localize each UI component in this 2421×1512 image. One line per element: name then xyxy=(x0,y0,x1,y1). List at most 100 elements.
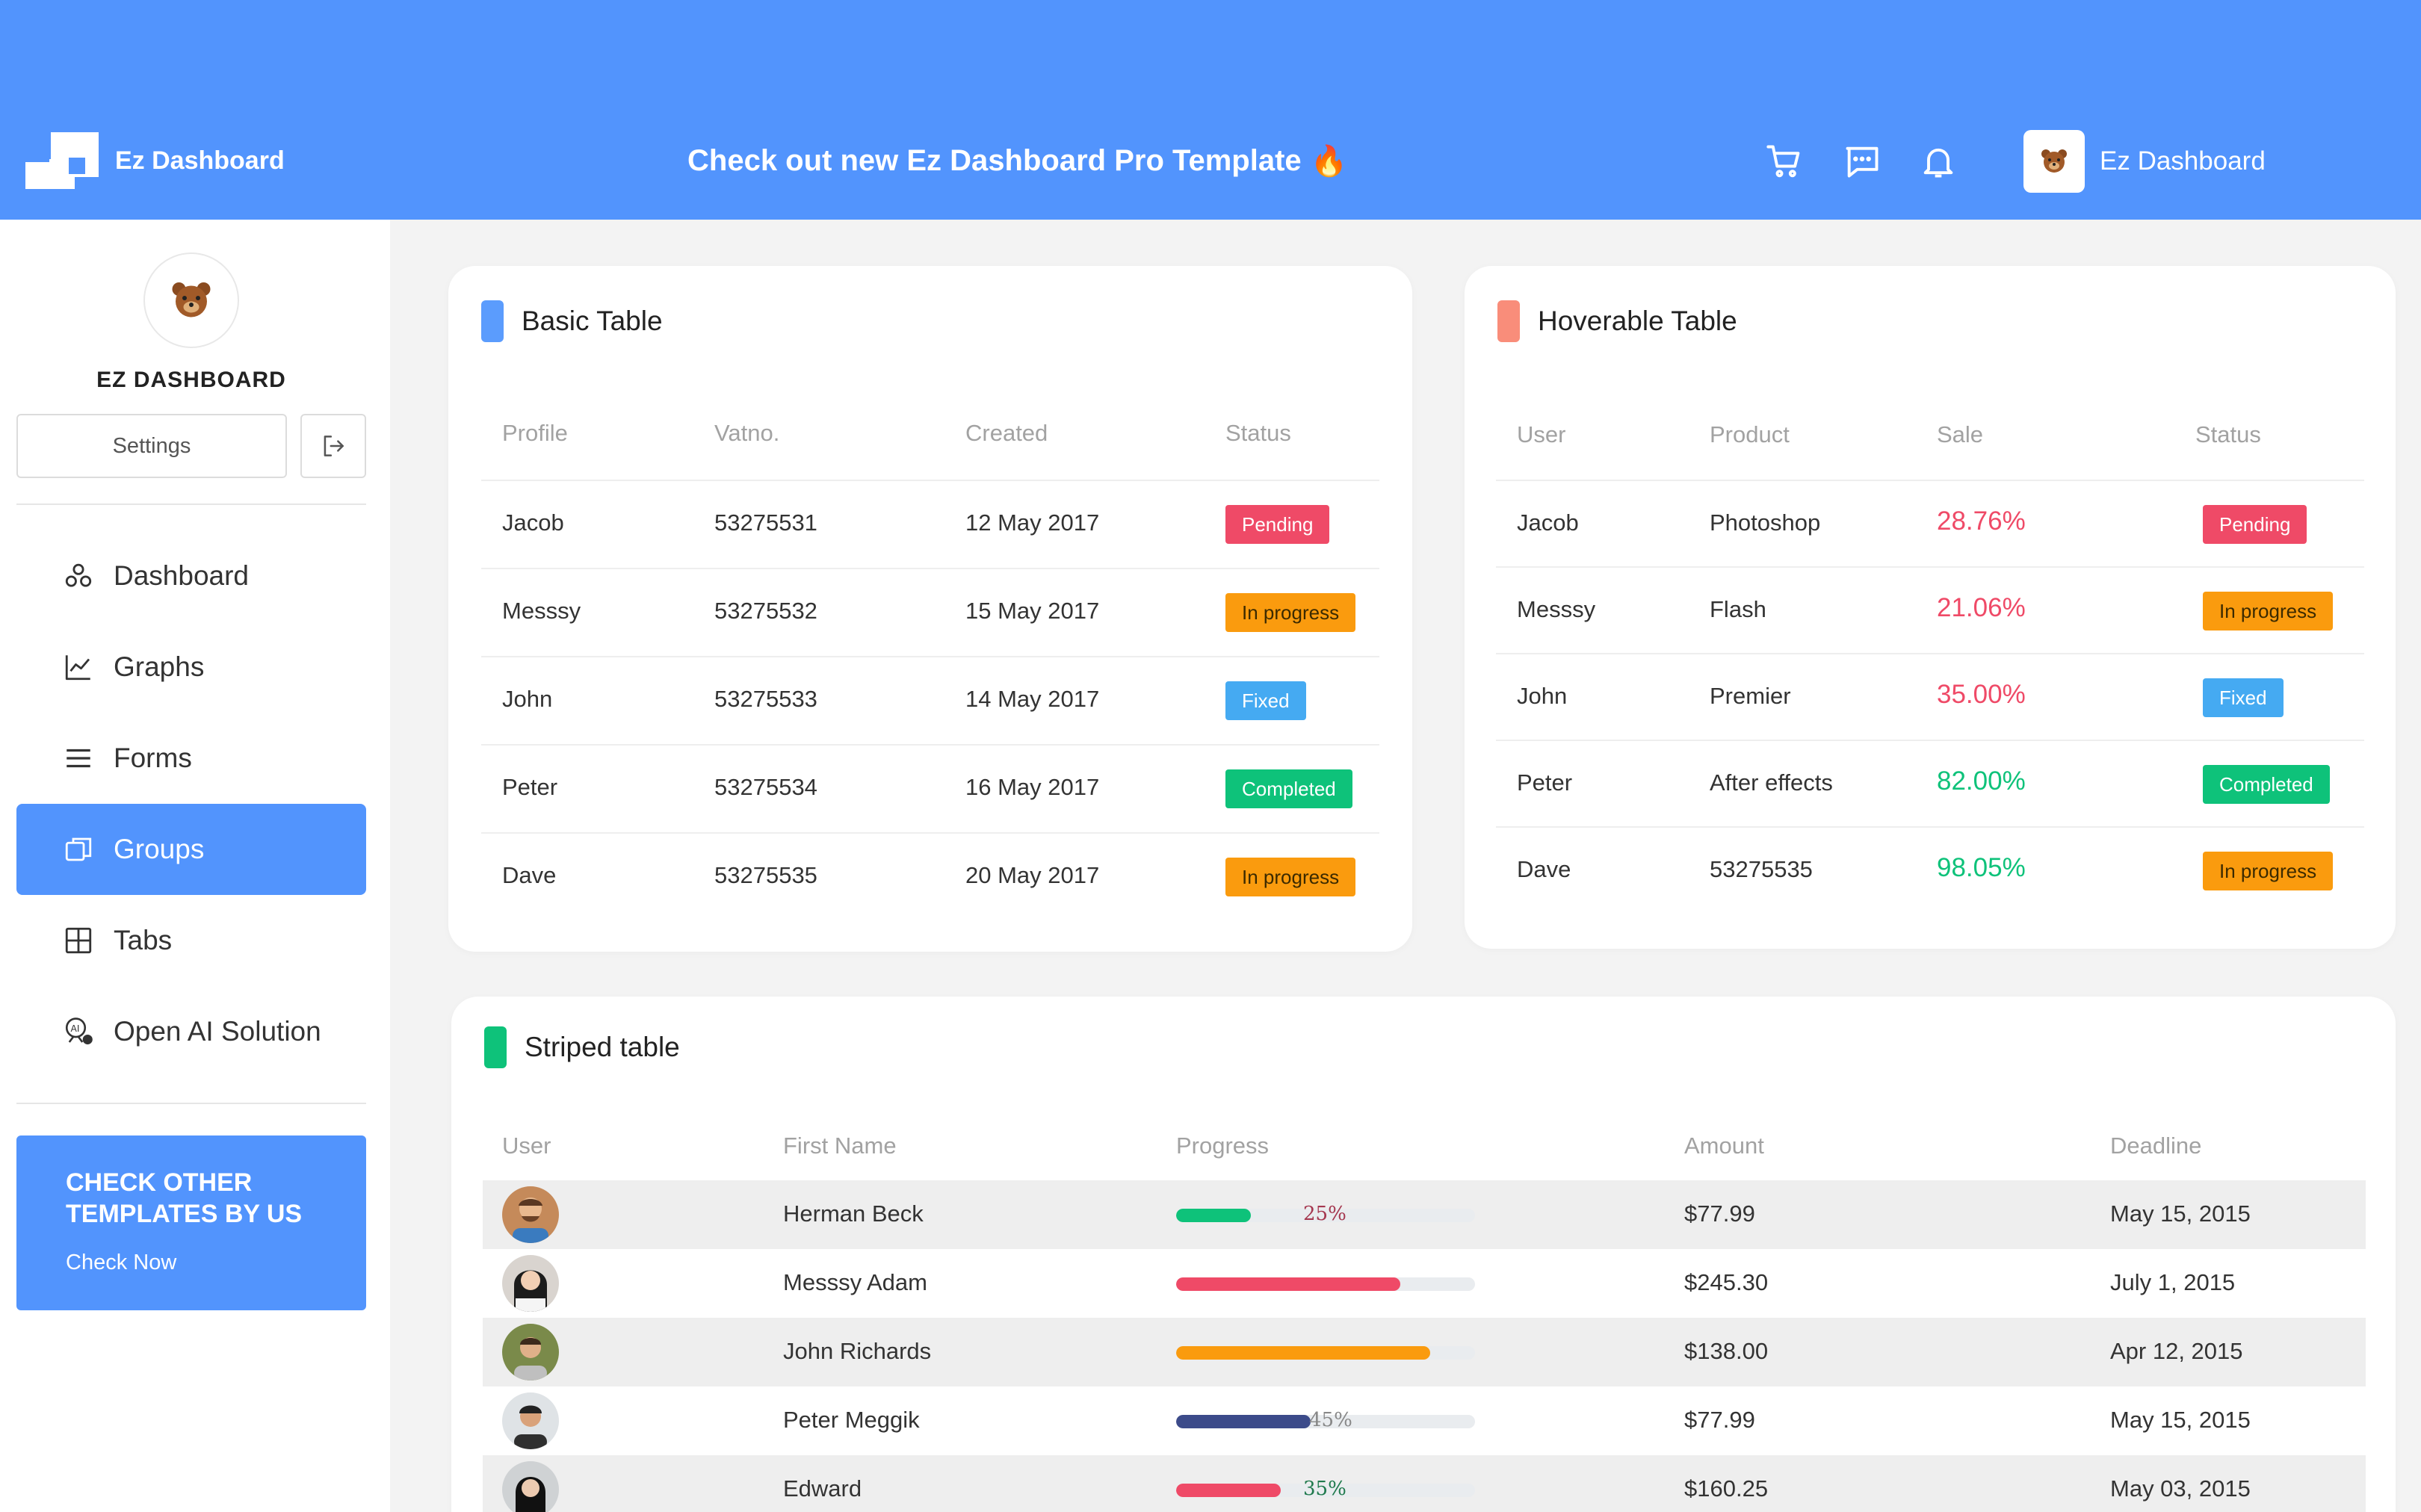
sidebar-item-label: Graphs xyxy=(114,651,205,682)
deadline-cell: May 15, 2015 xyxy=(2110,1200,2251,1227)
table-row: Dave 53275535 20 May 2017 In progress xyxy=(481,832,1379,920)
sidebar-item-open-ai[interactable]: AI Open AI Solution xyxy=(16,986,366,1077)
deadline-cell: May 15, 2015 xyxy=(2110,1407,2251,1433)
promo-text[interactable]: Check out new Ez Dashboard Pro Template xyxy=(687,144,1302,178)
column-header: First Name xyxy=(783,1133,897,1159)
avatar xyxy=(502,1392,559,1449)
created-cell: 12 May 2017 xyxy=(965,509,1100,536)
chat-icon[interactable] xyxy=(1843,142,1882,181)
cart-icon[interactable] xyxy=(1765,142,1804,181)
column-header: Created xyxy=(965,420,1048,446)
templates-promo-card: CHECK OTHER TEMPLATES BY US Check Now xyxy=(16,1135,366,1310)
logout-icon xyxy=(324,436,344,456)
column-header: Sale xyxy=(1937,421,1984,447)
created-cell: 20 May 2017 xyxy=(965,862,1100,888)
sidebar-item-graphs[interactable]: Graphs xyxy=(16,622,366,713)
column-header: Status xyxy=(2195,421,2261,447)
promo-banner[interactable]: Check out new Ez Dashboard Pro Template … xyxy=(687,143,1347,179)
first-name-cell: Peter Meggik xyxy=(783,1407,920,1433)
first-name-cell: Herman Beck xyxy=(783,1200,924,1227)
sale-cell: 82.00% xyxy=(1937,766,2026,796)
progress-fill xyxy=(1176,1277,1400,1291)
status-badge: Completed xyxy=(2203,765,2330,804)
product-cell: Premier xyxy=(1710,683,1791,709)
deadline-cell: May 03, 2015 xyxy=(2110,1475,2251,1502)
status-badge: In progress xyxy=(2203,852,2334,890)
profile-cell: Dave xyxy=(502,862,557,888)
check-now-link[interactable]: Check Now xyxy=(66,1251,366,1275)
product-cell: Flash xyxy=(1710,596,1766,622)
column-header: Amount xyxy=(1684,1133,1764,1159)
tabs-icon xyxy=(65,927,92,954)
graph-icon xyxy=(65,655,90,681)
card-accent xyxy=(1497,300,1520,342)
card-header: Hoverable Table xyxy=(1497,300,1737,342)
settings-button[interactable]: Settings xyxy=(16,414,287,478)
column-header: Profile xyxy=(502,420,568,446)
vatno-cell: 53275531 xyxy=(714,509,817,536)
sidebar-item-dashboard[interactable]: Dashboard xyxy=(16,530,366,622)
table-row: Messsy 53275532 15 May 2017 In progress xyxy=(481,568,1379,656)
table-row: John Richards $138.00 Apr 12, 2015 xyxy=(483,1318,2366,1386)
progress-label: 35% xyxy=(1303,1478,1346,1500)
user-avatar[interactable] xyxy=(2023,130,2085,193)
amount-cell: $160.25 xyxy=(1684,1475,1769,1502)
profile-avatar xyxy=(143,252,239,348)
status-badge: Pending xyxy=(1225,505,1330,544)
table-row[interactable]: Dave 53275535 98.05% In progress xyxy=(1496,826,2364,914)
amount-cell: $245.30 xyxy=(1684,1269,1769,1295)
list-icon xyxy=(67,749,90,768)
status-badge: In progress xyxy=(1225,858,1356,896)
progress-fill xyxy=(1176,1346,1430,1360)
card-header: Basic Table xyxy=(481,300,663,342)
avatar xyxy=(502,1324,559,1381)
profile-cell: John xyxy=(502,686,553,712)
vatno-cell: 53275534 xyxy=(714,774,817,800)
groups-icon xyxy=(65,837,92,861)
table-row[interactable]: John Premier 35.00% Fixed xyxy=(1496,653,2364,741)
table-row: Peter 53275534 16 May 2017 Completed xyxy=(481,744,1379,832)
card-header: Striped table xyxy=(484,1026,680,1068)
column-header: Status xyxy=(1225,420,1291,446)
card-title: Basic Table xyxy=(522,306,663,336)
card-title: Striped table xyxy=(525,1032,680,1062)
amount-cell: $138.00 xyxy=(1684,1338,1769,1364)
profile-cell: Messsy xyxy=(502,598,581,624)
profile-cell: Peter xyxy=(502,774,558,800)
sidebar-item-label: Tabs xyxy=(114,925,173,955)
table-row: Edward 35% $160.25 May 03, 2015 xyxy=(483,1455,2366,1512)
brand-logo[interactable] xyxy=(25,132,100,190)
created-cell: 16 May 2017 xyxy=(965,774,1100,800)
logout-button[interactable] xyxy=(300,414,366,478)
status-badge: Fixed xyxy=(2203,678,2284,717)
user-cell: Jacob xyxy=(1517,509,1579,536)
status-badge: Completed xyxy=(1225,769,1352,808)
table-row: Messsy Adam $245.30 July 1, 2015 xyxy=(483,1249,2366,1318)
avatar xyxy=(502,1186,559,1243)
column-header: Vatno. xyxy=(714,420,780,446)
sale-cell: 98.05% xyxy=(1937,853,2026,882)
product-cell: After effects xyxy=(1710,769,1833,796)
brand-name[interactable]: Ez Dashboard xyxy=(115,146,285,176)
sidebar-item-forms[interactable]: Forms xyxy=(16,713,366,804)
deadline-cell: July 1, 2015 xyxy=(2110,1269,2236,1295)
sidebar-item-tabs[interactable]: Tabs xyxy=(16,895,366,986)
first-name-cell: John Richards xyxy=(783,1338,932,1364)
sidebar-title: EZ DASHBOARD xyxy=(96,368,286,392)
table-row[interactable]: Messsy Flash 21.06% In progress xyxy=(1496,566,2364,654)
card-title: Hoverable Table xyxy=(1538,306,1737,336)
sale-cell: 21.06% xyxy=(1937,593,2026,622)
sidebar-item-label: Forms xyxy=(114,743,192,773)
bell-icon[interactable] xyxy=(1919,142,1958,181)
user-cell: Peter xyxy=(1517,769,1573,796)
svg-text:AI: AI xyxy=(71,1023,80,1034)
user-name[interactable]: Ez Dashboard xyxy=(2100,146,2266,176)
sidebar-item-groups[interactable]: Groups xyxy=(16,804,366,895)
sale-cell: 35.00% xyxy=(1937,680,2026,709)
top-header: Ez Dashboard Check out new Ez Dashboard … xyxy=(0,0,2421,220)
created-cell: 14 May 2017 xyxy=(965,686,1100,712)
avatar xyxy=(502,1461,559,1512)
table-row[interactable]: Peter After effects 82.00% Completed xyxy=(1496,740,2364,828)
card-accent xyxy=(481,300,504,342)
table-row[interactable]: Jacob Photoshop 28.76% Pending xyxy=(1496,480,2364,568)
